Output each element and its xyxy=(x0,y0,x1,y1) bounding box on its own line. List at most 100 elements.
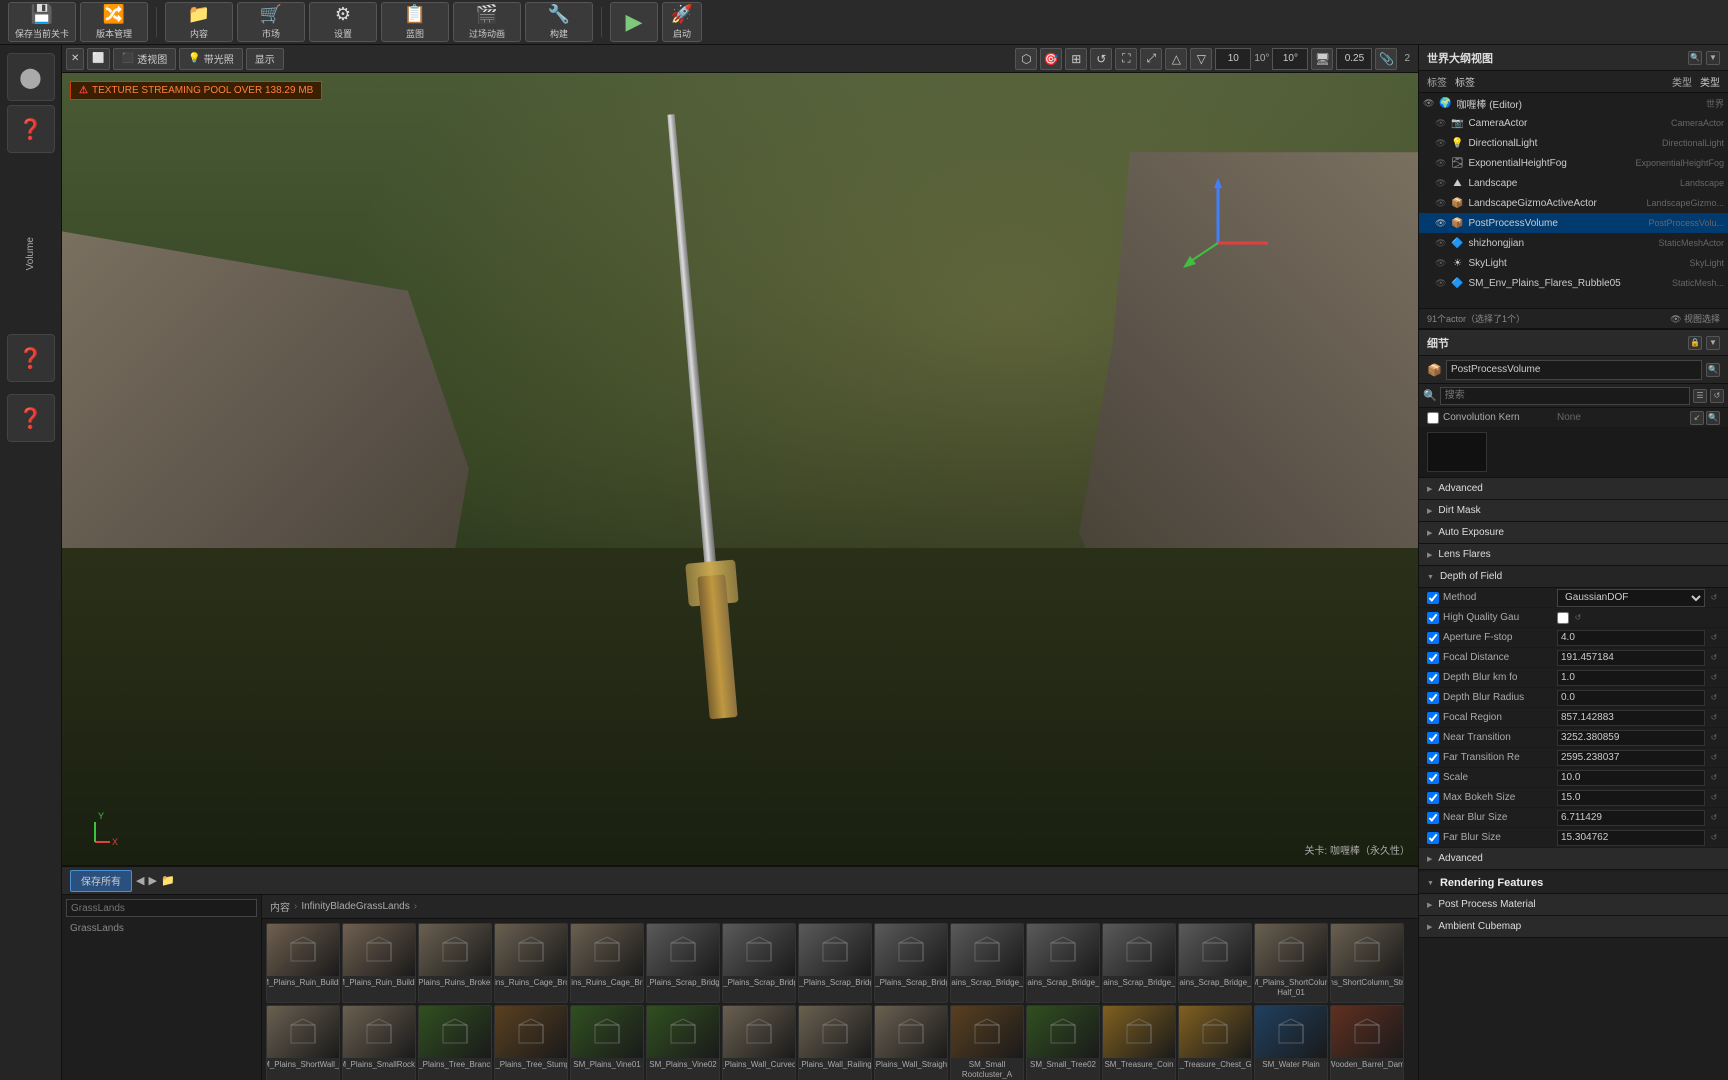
cb-item-27[interactable]: SM_Treasure_Chest_Gold xyxy=(1178,1005,1252,1080)
vp-icon-grid[interactable]: 🎯 xyxy=(1040,48,1062,70)
cb-item-16[interactable]: SM_Plains_SmallRock01 xyxy=(342,1005,416,1080)
prop-depth-blur-km-reset[interactable]: ↺ xyxy=(1708,672,1720,684)
cb-item-20[interactable]: SM_Plains_Vine02 xyxy=(646,1005,720,1080)
dp-name-btn[interactable]: 🔍 xyxy=(1706,363,1720,377)
vp-icon-rotate[interactable]: ↺ xyxy=(1090,48,1112,70)
wo-item-camera[interactable]: 👁 📷 CameraActor CameraActor xyxy=(1419,113,1728,133)
vp-icon-more[interactable]: ▽ xyxy=(1190,48,1212,70)
prop-scale-input[interactable] xyxy=(1557,770,1705,786)
prop-check-near-blur[interactable] xyxy=(1427,812,1439,824)
vp-icon-angle[interactable]: △ xyxy=(1165,48,1187,70)
cb-sidebar-item-grasslands[interactable]: GrassLands xyxy=(66,921,257,936)
prop-check-depth-blur-km[interactable] xyxy=(1427,672,1439,684)
prop-focal-region-reset[interactable]: ↺ xyxy=(1708,712,1720,724)
section-post-process-material[interactable]: Post Process Material xyxy=(1419,894,1728,916)
vp-icon-snap[interactable]: ⊞ xyxy=(1065,48,1087,70)
section-advanced[interactable]: Advanced xyxy=(1419,478,1728,500)
degrees-input[interactable] xyxy=(1272,48,1308,70)
market-button[interactable]: 🛒 市场 xyxy=(237,2,305,42)
vp-icon-screen[interactable]: 🖥 xyxy=(1311,48,1333,70)
wo-item-world[interactable]: 👁 🌍 咖喱棒 (Editor) 世界 xyxy=(1419,93,1728,113)
cb-item-25[interactable]: SM_Small_Tree02 xyxy=(1026,1005,1100,1080)
cb-item-24[interactable]: SM_Small Rootcluster_A xyxy=(950,1005,1024,1080)
blueprint-button[interactable]: 📋 蓝图 xyxy=(381,2,449,42)
cb-item-2[interactable]: SM_Plains_Ruins_Broken_01 xyxy=(418,923,492,1003)
prop-focal-dist-input[interactable] xyxy=(1557,650,1705,666)
dp-name-input[interactable] xyxy=(1446,360,1702,380)
prop-hq-reset[interactable]: ↺ xyxy=(1572,612,1584,624)
cb-item-13[interactable]: SM_Plains_ShortColumn Half_01 xyxy=(1254,923,1328,1003)
vp-icon-move[interactable]: ⤢ xyxy=(1140,48,1162,70)
cb-item-17[interactable]: SM_Plains_Tree_Branch02 xyxy=(418,1005,492,1080)
show-btn[interactable]: 显示 xyxy=(246,48,284,70)
prop-scale-reset[interactable]: ↺ xyxy=(1708,772,1720,784)
wo-item-gizmo[interactable]: 👁 📦 LandscapeGizmoActiveActor LandscapeG… xyxy=(1419,193,1728,213)
prop-far-transition-reset[interactable]: ↺ xyxy=(1708,752,1720,764)
prop-check-near-transition[interactable] xyxy=(1427,732,1439,744)
prop-hq-checkbox[interactable] xyxy=(1557,612,1569,624)
prop-method-reset[interactable]: ↺ xyxy=(1708,592,1720,604)
prop-check-aperture[interactable] xyxy=(1427,632,1439,644)
wo-options-btn[interactable]: ▼ xyxy=(1706,51,1720,65)
cb-item-8[interactable]: SM_Plains_Scrap_Bridge3 xyxy=(874,923,948,1003)
cb-item-7[interactable]: SM_Plains_Scrap_Bridge2 xyxy=(798,923,872,1003)
cb-item-29[interactable]: SM_Wooden_Barrel_Damaged xyxy=(1330,1005,1404,1080)
fov-input[interactable] xyxy=(1215,48,1251,70)
prop-check-convolution[interactable] xyxy=(1427,412,1439,424)
cb-save-all-btn[interactable]: 保存所有 xyxy=(70,870,132,892)
cb-item-5[interactable]: SM_Plains_Scrap_Bridge_2 xyxy=(646,923,720,1003)
prop-far-blur-reset[interactable]: ↺ xyxy=(1708,832,1720,844)
section-rendering-features[interactable]: Rendering Features xyxy=(1419,872,1728,894)
sidebar-btn-1[interactable]: ⬤ xyxy=(7,53,55,101)
wo-item-sm-flares[interactable]: 👁 🔷 SM_Env_Plains_Flares_Rubble05 Static… xyxy=(1419,273,1728,293)
prop-far-transition-input[interactable] xyxy=(1557,750,1705,766)
cb-item-4[interactable]: SM_Plains_Ruins_Cage_Bridge_01 xyxy=(570,923,644,1003)
cb-item-1[interactable]: SM_Plains_Ruin_Building xyxy=(342,923,416,1003)
cb-item-23[interactable]: SM_Plains_Wall_Straight_01 xyxy=(874,1005,948,1080)
prop-convolution-find[interactable]: ↙ xyxy=(1690,411,1704,425)
prop-max-bokeh-input[interactable] xyxy=(1557,790,1705,806)
prop-depth-blur-rad-reset[interactable]: ↺ xyxy=(1708,692,1720,704)
prop-check-scale[interactable] xyxy=(1427,772,1439,784)
perspective-btn[interactable]: ⬛ 透视图 xyxy=(113,48,176,70)
cb-item-18[interactable]: SM_Plains_Tree_Stump01 xyxy=(494,1005,568,1080)
cb-item-14[interactable]: SM_Plains_ShortColumn_Straight_01 xyxy=(1330,923,1404,1003)
cb-sidebar-search[interactable] xyxy=(66,899,257,917)
wo-item-landscape[interactable]: 👁 ⛰ Landscape Landscape xyxy=(1419,173,1728,193)
section-lens-flares[interactable]: Lens Flares xyxy=(1419,544,1728,566)
prop-focal-region-input[interactable] xyxy=(1557,710,1705,726)
sidebar-btn-q1[interactable]: ❓ xyxy=(7,334,55,382)
content-button[interactable]: 📁 内容 xyxy=(165,2,233,42)
cb-back-btn[interactable]: ◀ ▶ 📁 xyxy=(136,874,175,887)
section-dirt-mask[interactable]: Dirt Mask xyxy=(1419,500,1728,522)
prop-aperture-reset[interactable]: ↺ xyxy=(1708,632,1720,644)
settings-button[interactable]: ⚙ 设置 xyxy=(309,2,377,42)
cb-path-current[interactable]: InfinityBladeGrassLands xyxy=(301,901,409,912)
launch-button[interactable]: 🚀 启动 xyxy=(662,2,702,42)
cb-item-19[interactable]: SM_Plains_Vine01 xyxy=(570,1005,644,1080)
lit-btn[interactable]: 💡 带光照 xyxy=(179,48,242,70)
cb-item-12[interactable]: SM_Plains_Scrap_Bridge_Rail04 xyxy=(1178,923,1252,1003)
prop-max-bokeh-reset[interactable]: ↺ xyxy=(1708,792,1720,804)
cb-item-0[interactable]: SM_Plains_Ruin_Building xyxy=(266,923,340,1003)
section-advanced2[interactable]: Advanced xyxy=(1419,848,1728,870)
vp-icon-camera2[interactable]: ⛶ xyxy=(1115,48,1137,70)
prop-method-dropdown[interactable]: GaussianDOF xyxy=(1557,589,1705,607)
speed-input[interactable] xyxy=(1336,48,1372,70)
dp-filter-btn[interactable]: ☰ xyxy=(1693,389,1707,403)
prop-check-focal-dist[interactable] xyxy=(1427,652,1439,664)
save-button[interactable]: 💾 保存当前关卡 xyxy=(8,2,76,42)
cb-item-15[interactable]: SM_Plains_ShortWall_01 xyxy=(266,1005,340,1080)
vp-icon-bookmarks[interactable]: 📎 xyxy=(1375,48,1397,70)
cb-item-26[interactable]: SM_Treasure_Coin xyxy=(1102,1005,1176,1080)
vp-icon-perspective[interactable]: ⬡ xyxy=(1015,48,1037,70)
cb-item-10[interactable]: SM_Plains_Scrap_Bridge_Rail02 xyxy=(1026,923,1100,1003)
prop-aperture-input[interactable] xyxy=(1557,630,1705,646)
play-button[interactable]: ▶ xyxy=(610,2,658,42)
wo-item-fog[interactable]: 👁 🌫 ExponentialHeightFog ExponentialHeig… xyxy=(1419,153,1728,173)
cb-item-21[interactable]: SM_Plains_Wall_Curved_01 xyxy=(722,1005,796,1080)
prop-check-method[interactable] xyxy=(1427,592,1439,604)
prop-depth-blur-km-input[interactable] xyxy=(1557,670,1705,686)
prop-check-highquality[interactable] xyxy=(1427,612,1439,624)
dp-options-btn[interactable]: ▼ xyxy=(1706,336,1720,350)
